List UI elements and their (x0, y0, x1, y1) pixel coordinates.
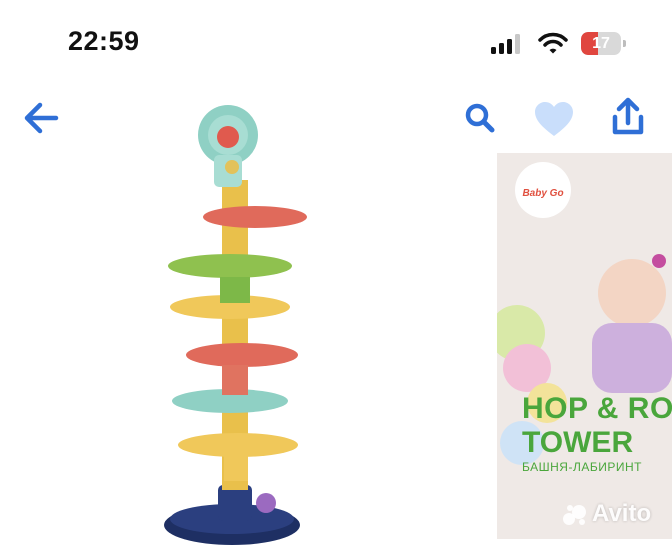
box-decor (497, 254, 672, 465)
status-time: 22:59 (68, 26, 140, 56)
box-title-line2: TOWER (522, 426, 634, 459)
search-icon[interactable] (462, 100, 498, 136)
status-bar: 22:59 17 (0, 0, 672, 90)
avito-logo-icon (563, 505, 586, 525)
share-icon[interactable] (606, 95, 650, 139)
heart-icon[interactable] (532, 99, 576, 139)
battery-level: 17 (592, 35, 610, 52)
back-arrow-icon[interactable] (20, 98, 64, 138)
product-photo[interactable] (130, 95, 330, 555)
wifi-icon (538, 32, 568, 54)
box-subtitle: БАШНЯ-ЛАБИРИНТ (522, 460, 642, 474)
signal-icon (491, 34, 520, 54)
battery-icon: 17 (581, 32, 626, 55)
box-brand-label: Baby Go (522, 188, 564, 199)
box-title-line1: HOP & RO (522, 392, 672, 425)
avito-watermark: Avito (592, 500, 652, 527)
photo-gallery[interactable]: Baby Go HOP & RO TOWER БАШНЯ-ЛАБИРИНТ Av… (0, 105, 672, 545)
